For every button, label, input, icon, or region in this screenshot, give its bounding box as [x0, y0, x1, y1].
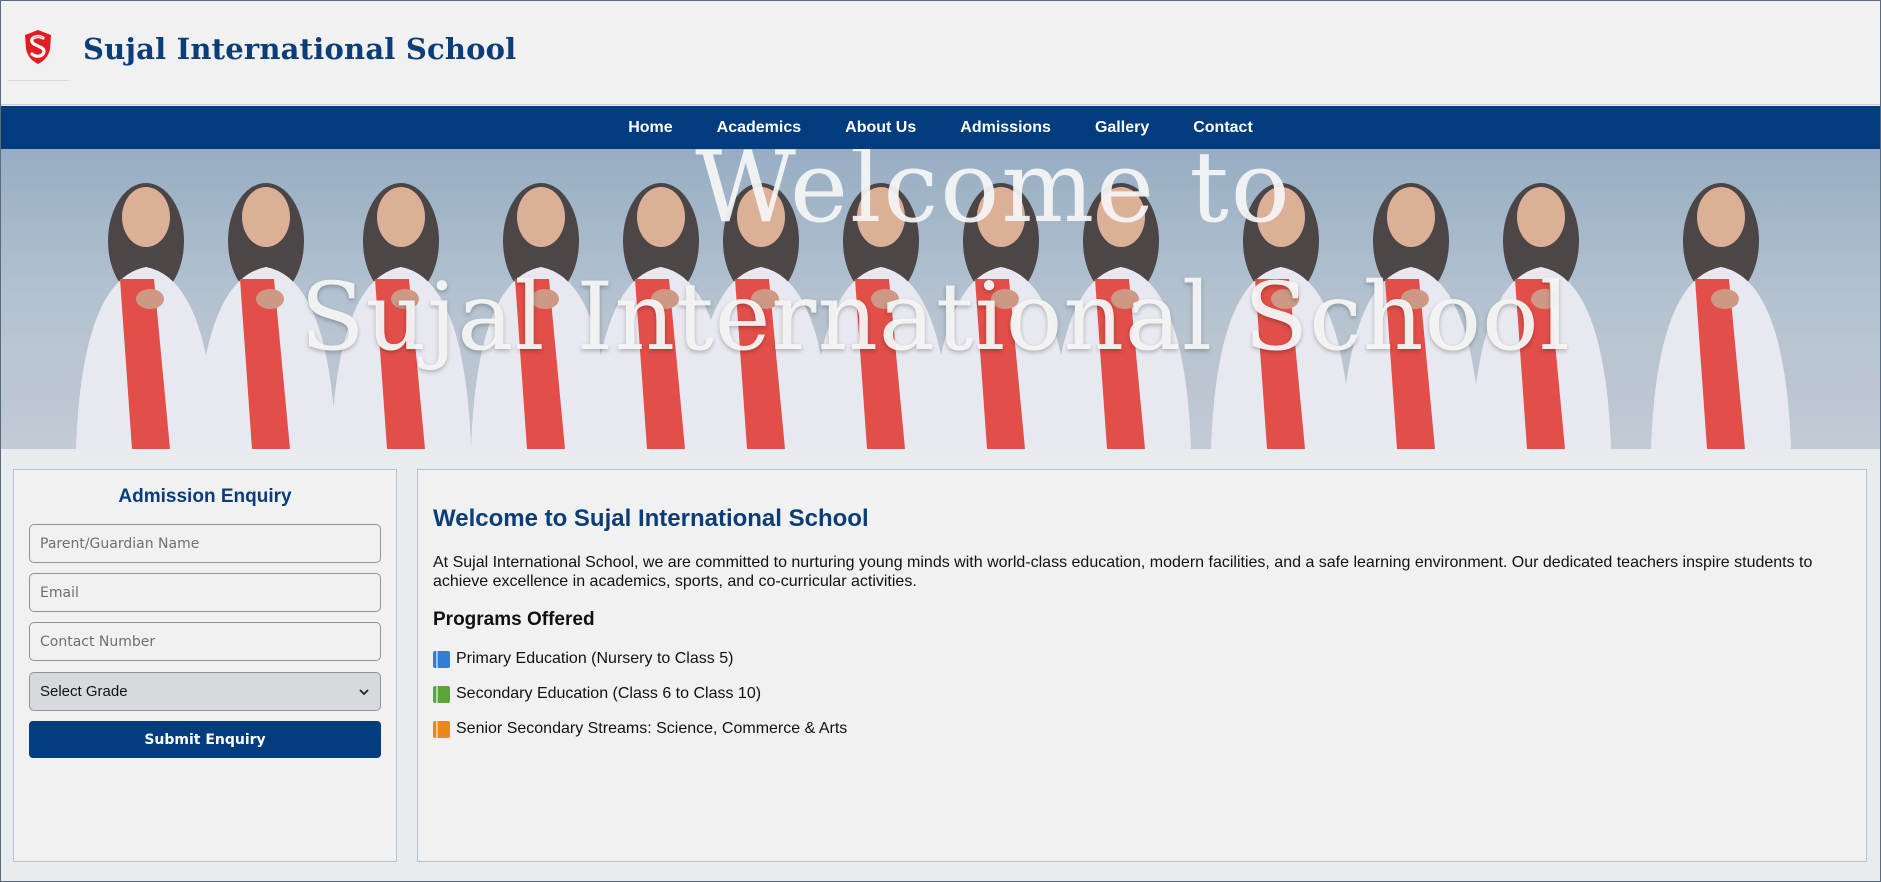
program-item: Senior Secondary Streams: Science, Comme… [433, 720, 847, 738]
nav-item-admissions[interactable]: Admissions [960, 119, 1051, 137]
site-title: Sujal International School [83, 32, 517, 66]
grade-select[interactable]: Select Grade [29, 672, 381, 711]
blue-book-icon [433, 650, 450, 668]
programs-heading: Programs Offered [433, 609, 595, 630]
main-nav: Home Academics About Us Admissions Galle… [1, 106, 1880, 149]
nav-item-academics[interactable]: Academics [717, 119, 802, 137]
hero-welcome-text: Welcome to [695, 149, 1292, 245]
nav-item-contact[interactable]: Contact [1193, 119, 1253, 137]
program-label: Primary Education (Nursery to Class 5) [456, 650, 734, 667]
nav-item-gallery[interactable]: Gallery [1095, 119, 1149, 137]
hero-school-text: Sujal International School [300, 263, 1571, 372]
logo[interactable] [8, 9, 68, 81]
hero-banner: Welcome to Sujal International School [1, 149, 1880, 449]
nav-item-about-us[interactable]: About Us [845, 119, 916, 137]
chevron-down-icon [359, 688, 369, 695]
program-label: Senior Secondary Streams: Science, Comme… [456, 720, 848, 737]
grade-select-value: Select Grade [40, 683, 128, 700]
program-label: Secondary Education (Class 6 to Class 10… [456, 685, 762, 702]
guardian-name-input[interactable] [29, 524, 381, 563]
shield-s-logo-icon [25, 30, 51, 64]
orange-book-icon [433, 720, 450, 738]
submit-enquiry-button[interactable]: Submit Enquiry [29, 721, 381, 758]
program-item: Secondary Education (Class 6 to Class 10… [433, 685, 761, 703]
admission-enquiry-form: Admission Enquiry Select Grade Submit En… [13, 469, 397, 862]
nav-item-home[interactable]: Home [628, 119, 672, 137]
site-header: Sujal International School [1, 1, 1880, 105]
program-item: Primary Education (Nursery to Class 5) [433, 650, 733, 668]
welcome-heading: Welcome to Sujal International School [433, 505, 869, 532]
intro-paragraph: At Sujal International School, we are co… [433, 554, 1813, 590]
welcome-section: Welcome to Sujal International School At… [417, 469, 1867, 862]
green-book-icon [433, 685, 450, 703]
email-input[interactable] [29, 573, 381, 612]
contact-number-input[interactable] [29, 622, 381, 661]
form-title: Admission Enquiry [118, 486, 292, 507]
